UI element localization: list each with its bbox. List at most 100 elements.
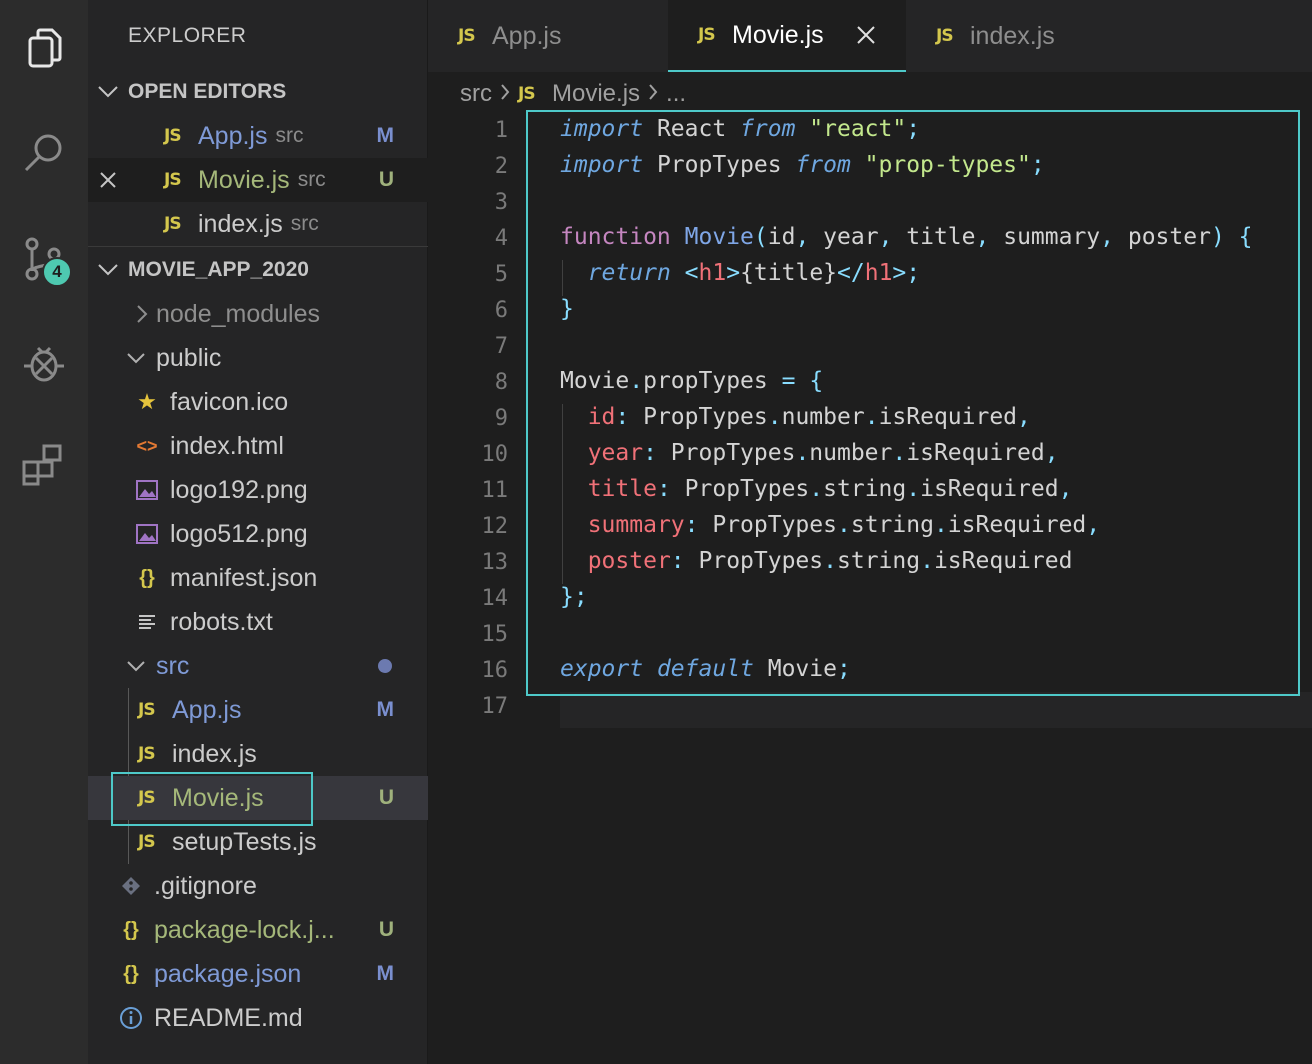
explorer-sidebar: EXPLORER OPEN EDITORS JS App.js src M JS…	[88, 0, 428, 1064]
breadcrumb-more[interactable]: ...	[666, 80, 686, 108]
js-file-icon: JS	[138, 700, 156, 720]
tree-file-index-html[interactable]: <> index.html	[88, 424, 428, 468]
js-file-icon: JS	[698, 25, 716, 45]
code-line: function Movie(id, year, title, summary,…	[560, 224, 1253, 250]
code-line: title: PropTypes.string.isRequired,	[587, 476, 1073, 502]
explorer-icon[interactable]	[0, 8, 88, 88]
tree-file-favicon[interactable]: ★ favicon.ico	[88, 380, 428, 424]
sidebar-title: EXPLORER	[128, 24, 247, 47]
project-header[interactable]: MOVIE_APP_2020	[88, 250, 428, 290]
line-number: 16	[481, 658, 509, 683]
code-line: import React from "react";	[560, 116, 921, 142]
chevron-right-icon	[128, 304, 156, 324]
chevron-down-icon	[88, 263, 128, 277]
json-icon: {}	[123, 918, 139, 941]
chevron-down-icon	[122, 660, 150, 672]
code-line: year: PropTypes.number.isRequired,	[587, 440, 1059, 466]
code-line: return <h1>{title}</h1>;	[587, 260, 921, 286]
breadcrumb-file[interactable]: Movie.js	[552, 80, 640, 108]
tree-file-app-js[interactable]: JS App.js M	[88, 688, 428, 732]
js-file-icon: JS	[138, 788, 156, 808]
image-icon	[134, 479, 160, 501]
line-number: 11	[481, 478, 509, 503]
code-line: summary: PropTypes.string.isRequired,	[587, 512, 1101, 538]
activity-bar: 4	[0, 0, 88, 1064]
tree-file-setuptests[interactable]: JS setupTests.js	[88, 820, 428, 864]
js-file-icon: JS	[458, 26, 476, 46]
tree-file-readme[interactable]: README.md	[88, 996, 428, 1040]
open-editors-header[interactable]: OPEN EDITORS	[88, 72, 428, 112]
code-line: };	[560, 584, 588, 610]
line-number: 17	[481, 694, 509, 719]
js-file-icon: JS	[164, 170, 182, 190]
line-number: 14	[481, 586, 509, 611]
line-number: 13	[481, 550, 509, 575]
line-number: 12	[481, 514, 509, 539]
tree-folder-node-modules[interactable]: node_modules	[88, 292, 428, 336]
tree-file-logo512[interactable]: logo512.png	[88, 512, 428, 556]
js-file-icon: JS	[138, 832, 156, 852]
search-icon[interactable]	[0, 112, 88, 192]
breadcrumb-folder[interactable]: src	[460, 80, 492, 108]
json-icon: {}	[139, 566, 155, 589]
breadcrumb: src JS Movie.js ...	[460, 74, 686, 114]
extensions-icon[interactable]	[0, 424, 88, 504]
current-line-highlight	[560, 692, 1312, 728]
code-editor[interactable]: 1 2 3 4 5 6 7 8 9 10 11 12 13 14 15 16 17 import React f…	[428, 110, 1312, 1064]
line-number: 8	[494, 370, 508, 395]
editor-tabs: JS App.js JS Movie.js JS index.js	[428, 0, 1312, 72]
tab-app-js[interactable]: JS App.js	[428, 0, 668, 72]
open-editor-app-js[interactable]: JS App.js src M	[88, 114, 428, 158]
line-number: 6	[494, 298, 508, 323]
js-file-icon: JS	[164, 126, 182, 146]
tree-folder-public[interactable]: public	[88, 336, 428, 380]
git-icon	[118, 876, 144, 896]
code-highlight-box	[526, 110, 1300, 696]
info-icon	[118, 1006, 144, 1030]
image-icon	[134, 523, 160, 545]
chevron-down-icon	[122, 352, 150, 364]
code-line: }	[560, 296, 574, 322]
open-editor-movie-js[interactable]: JS Movie.js src U	[88, 158, 428, 202]
code-line: Movie.propTypes = {	[560, 368, 824, 394]
js-file-icon: JS	[936, 26, 954, 46]
line-number: 15	[481, 622, 509, 647]
open-editor-index-js[interactable]: JS index.js src	[88, 202, 428, 246]
code-line: poster: PropTypes.string.isRequired	[587, 548, 1073, 574]
close-tab-icon[interactable]	[856, 25, 876, 45]
star-icon: ★	[137, 389, 157, 414]
section-divider	[88, 246, 428, 247]
tree-file-package-lock[interactable]: {} package-lock.j... U	[88, 908, 428, 952]
text-file-icon	[134, 613, 160, 631]
line-number: 3	[494, 190, 508, 215]
js-file-icon: JS	[164, 214, 182, 234]
tree-folder-src[interactable]: src	[88, 644, 428, 688]
tree-file-robots[interactable]: robots.txt	[88, 600, 428, 644]
source-control-icon[interactable]	[0, 218, 88, 298]
chevron-right-icon	[500, 80, 510, 108]
line-number: 2	[494, 154, 508, 179]
chevron-down-icon	[88, 85, 128, 99]
html-icon: <>	[136, 435, 158, 456]
close-icon[interactable]	[88, 171, 128, 189]
line-number: 5	[494, 262, 508, 287]
code-line: id: PropTypes.number.isRequired,	[587, 404, 1031, 430]
tree-file-movie-js[interactable]: JS Movie.js U	[88, 776, 428, 820]
line-number: 7	[494, 334, 508, 359]
scm-count-badge: 4	[42, 257, 72, 287]
tree-file-gitignore[interactable]: .gitignore	[88, 864, 428, 908]
tab-movie-js[interactable]: JS Movie.js	[668, 0, 906, 72]
tab-index-js[interactable]: JS index.js	[906, 0, 1146, 72]
tree-file-package-json[interactable]: {} package.json M	[88, 952, 428, 996]
json-icon: {}	[123, 962, 139, 985]
line-number: 4	[494, 226, 508, 251]
line-number: 9	[494, 406, 508, 431]
tree-file-manifest[interactable]: {} manifest.json	[88, 556, 428, 600]
tree-file-logo192[interactable]: logo192.png	[88, 468, 428, 512]
line-number: 1	[494, 118, 508, 143]
tree-file-index-js[interactable]: JS index.js	[88, 732, 428, 776]
js-file-icon: JS	[138, 744, 156, 764]
debug-icon[interactable]	[0, 322, 88, 402]
js-file-icon: JS	[518, 84, 536, 104]
line-number: 10	[481, 442, 509, 467]
